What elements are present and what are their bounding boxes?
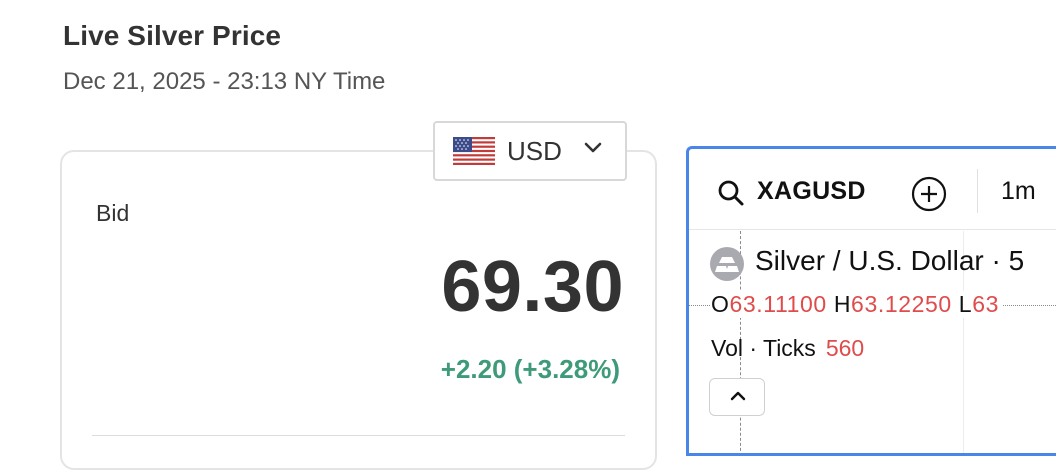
chevron-down-icon xyxy=(583,141,603,160)
page-title: Live Silver Price xyxy=(63,20,282,51)
us-flag-icon xyxy=(453,137,495,165)
price-change: +2.20 (+3.28%) xyxy=(440,354,620,384)
bid-price: 69.30 xyxy=(441,247,624,327)
search-icon[interactable] xyxy=(717,179,745,212)
silver-bars-icon xyxy=(709,246,745,287)
open-value: 63.11100 xyxy=(729,291,827,317)
bid-label: Bid xyxy=(96,200,130,226)
plus-circle-icon[interactable] xyxy=(911,176,947,217)
interval-button[interactable]: 1m xyxy=(1001,177,1036,206)
instrument-name: Silver / U.S. Dollar · 5 xyxy=(755,245,1025,276)
volume-label: Vol · Ticks xyxy=(711,335,816,361)
high-key: H xyxy=(833,291,852,317)
currency-code: USD xyxy=(507,136,562,166)
low-key: L xyxy=(958,291,973,317)
volume-legend: Vol · Ticks 560 xyxy=(711,335,864,362)
open-key: O xyxy=(711,291,730,317)
toolbar-separator xyxy=(977,169,978,213)
low-value: 63 xyxy=(972,291,999,317)
chevron-up-icon xyxy=(730,391,746,401)
card-divider xyxy=(92,435,625,436)
chart-widget[interactable]: XAGUSD 1m Silver / U.S. Dollar · 5 O63.1… xyxy=(686,146,1056,456)
currency-selector[interactable]: USD xyxy=(433,121,627,181)
price-card: Bid 69.30 +2.20 (+3.28%) xyxy=(60,150,657,470)
high-value: 63.12250 xyxy=(851,291,952,317)
collapse-legend-button[interactable] xyxy=(709,378,765,416)
symbol-search-button[interactable]: XAGUSD xyxy=(757,177,866,206)
volume-value: 560 xyxy=(825,335,865,361)
page-subtitle: Dec 21, 2025 - 23:13 NY Time xyxy=(63,68,386,95)
ohlc-legend: O63.11100 H63.12250 L63 xyxy=(711,291,1003,318)
toolbar-divider xyxy=(689,229,1056,230)
